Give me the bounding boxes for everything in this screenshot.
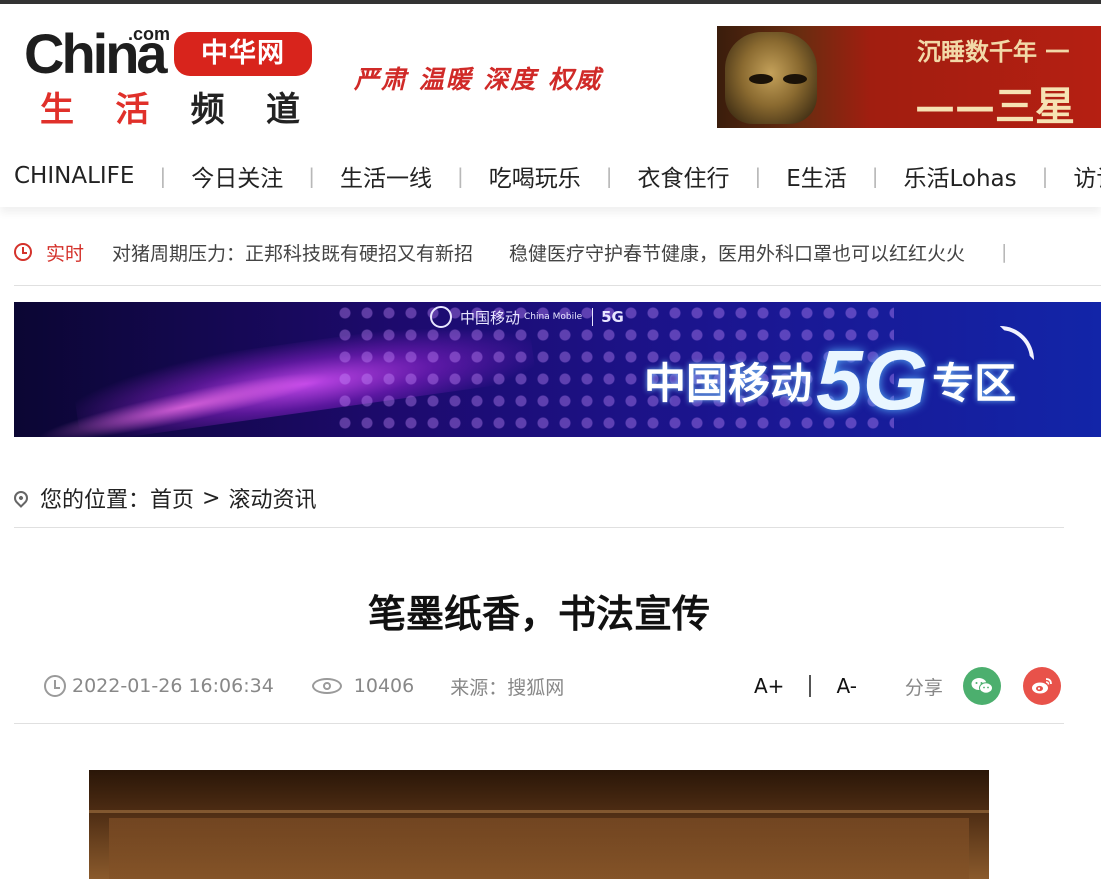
breadcrumb-prefix: 您的位置： (40, 488, 151, 513)
nav-item-frontline[interactable]: 生活一线 (340, 159, 432, 193)
article-image (89, 770, 989, 879)
ad-line-2: ——三星 (915, 83, 1075, 128)
article-title: 笔墨纸香，书法宣传 (367, 592, 710, 636)
article-datetime: 2022-01-26 16:06:34 (72, 675, 274, 697)
article-meta: 2022-01-26 16:06:34 10406 来源：搜狐网 (44, 668, 564, 704)
china-mobile-logo: 中国移动 China Mobile 5G (430, 306, 624, 328)
news-ticker: 实时 对猪周期压力：正邦科技既有硬招又有新招 稳健医疗守护春节健康，医用外科口罩… (14, 232, 1101, 272)
nav-item-interview[interactable]: 访谈 (1073, 159, 1101, 193)
weibo-icon (1031, 678, 1052, 694)
nav-item-food-fun[interactable]: 吃喝玩乐 (489, 159, 581, 193)
top-ad-banner[interactable]: 沉睡数千年 一 ——三星 (717, 26, 1101, 128)
eye-icon (311, 678, 342, 694)
weibo-share-button[interactable] (1022, 667, 1061, 705)
nav-separator: | (308, 164, 315, 188)
nav-item-chinalife[interactable]: CHINALIFE (14, 163, 134, 189)
clock-icon (14, 243, 32, 261)
logo-badge: 中华网 (174, 32, 312, 76)
divider (14, 285, 1101, 286)
banner-headline-pre: 中国移动 (644, 359, 813, 408)
divider (14, 723, 1064, 724)
ticker-item[interactable]: 稳健医疗守护春节健康，医用外科口罩也可以红红火火 (509, 239, 965, 266)
image-detail (89, 810, 989, 813)
ticker-item[interactable]: 对猪周期压力：正邦科技既有硬招又有新招 (112, 239, 473, 266)
site-logo[interactable]: China .com 中华网 生 活 频 道 (22, 22, 322, 132)
article-tools: A+ A- 分享 (754, 666, 1061, 706)
banner-headline-5g: 5G (816, 333, 929, 427)
breadcrumb-current-link[interactable]: 滚动资讯 (228, 482, 316, 514)
logo-com-text: .com (128, 24, 171, 44)
nav-item-daily-life[interactable]: 衣食住行 (637, 159, 729, 193)
ticker-label: 实时 (46, 242, 85, 265)
breadcrumb-home-link[interactable]: 首页 (150, 482, 194, 514)
breadcrumb-separator: > (202, 485, 221, 511)
main-nav: CHINALIFE | 今日关注 | 生活一线 | 吃喝玩乐 | 衣食住行 | … (0, 145, 1101, 207)
china-mobile-brand: 中国移动 (460, 308, 521, 327)
breadcrumb: 您的位置： 首页 > 滚动资讯 (11, 482, 316, 514)
site-slogan: 严肃 温暖 深度 权威 (354, 65, 603, 94)
nav-separator: | (754, 164, 762, 188)
logo-channel-char: 生 (40, 89, 74, 130)
ad-line-1: 沉睡数千年 一 (917, 37, 1070, 66)
logo-channel-char: 频 (190, 89, 225, 130)
article-views: 10406 (353, 675, 415, 697)
mask-eye (749, 74, 773, 84)
font-decrease-button[interactable]: A- (836, 674, 856, 698)
ticker-separator: | (1001, 241, 1008, 263)
nav-separator: | (605, 164, 613, 188)
location-pin-icon (11, 488, 31, 508)
china-mobile-5g-badge: 5G (592, 308, 624, 326)
top-border (0, 0, 1101, 4)
logo-channel-char: 道 (265, 89, 300, 130)
nav-separator: | (456, 164, 464, 188)
nav-separator: | (159, 164, 167, 188)
china-mobile-5g-banner[interactable]: 中国移动 China Mobile 5G 中国移动 5G 专区 (14, 302, 1101, 437)
tool-separator (809, 675, 812, 697)
china-mobile-mark-icon (430, 306, 452, 328)
share-label: 分享 (904, 676, 943, 699)
bronze-mask-image (725, 32, 817, 124)
logo-channel-name: 生 活 频 道 (40, 84, 300, 130)
signal-icon (1000, 326, 1034, 360)
image-detail (109, 818, 969, 879)
nav-item-today[interactable]: 今日关注 (191, 159, 283, 193)
nav-item-e-life[interactable]: E生活 (786, 159, 847, 193)
article-source: 来源：搜狐网 (450, 676, 565, 699)
font-increase-button[interactable]: A+ (754, 674, 784, 698)
nav-item-lohas[interactable]: 乐活Lohas (903, 159, 1016, 193)
banner-headline: 中国移动 5G 专区 (644, 332, 1016, 429)
divider (14, 527, 1064, 528)
wechat-share-button[interactable] (962, 667, 1001, 705)
logo-channel-char: 活 (115, 89, 150, 130)
nav-separator: | (871, 164, 879, 188)
nav-separator: | (1041, 164, 1049, 188)
wechat-icon (971, 678, 993, 694)
time-icon (44, 675, 66, 697)
china-mobile-brand-en: China Mobile (524, 312, 583, 322)
mask-eye (783, 74, 807, 84)
